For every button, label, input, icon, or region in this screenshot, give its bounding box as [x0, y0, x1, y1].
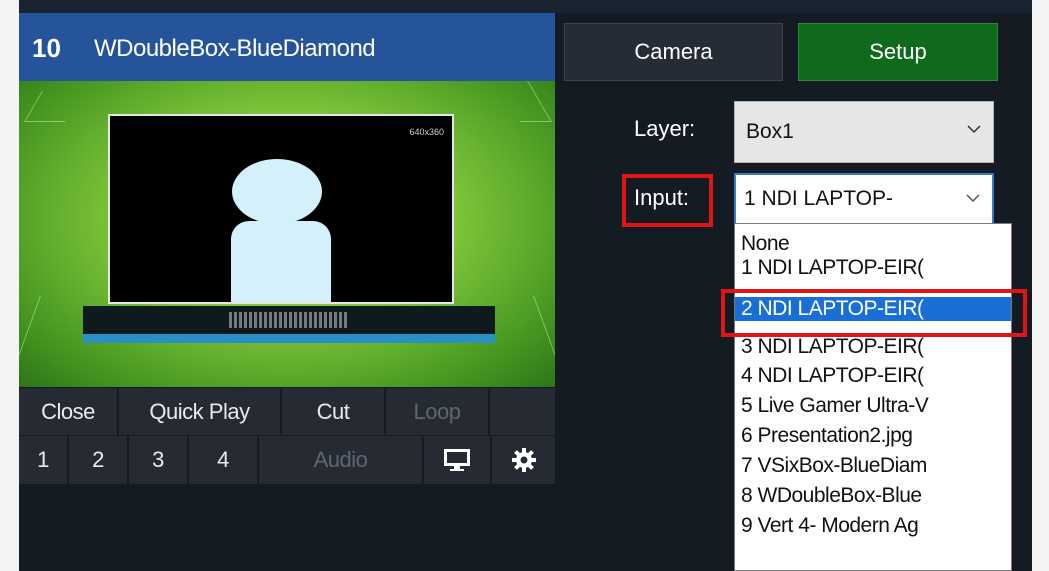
input-preview[interactable]: 640x360 [19, 81, 555, 387]
overlay-2-button[interactable]: 2 [69, 436, 129, 484]
dropdown-option[interactable]: 7 VSixBox-BlueDiam [735, 454, 1011, 478]
layer-select[interactable]: Box1 [734, 101, 994, 163]
input-select[interactable]: 1 NDI LAPTOP- [734, 173, 994, 225]
chevron-down-icon [966, 194, 980, 203]
video-frame: 640x360 [108, 114, 454, 304]
vmix-window: 10 WDoubleBox-BlueDiamond 640x360 Close … [19, 0, 1032, 571]
circuit-decoration [19, 296, 71, 356]
dropdown-option[interactable]: 8 WDoubleBox-Blue [735, 484, 1011, 508]
loop-button[interactable]: Loop [386, 388, 490, 435]
circuit-decoration [503, 296, 555, 356]
gear-icon[interactable] [492, 436, 555, 484]
layer-label: Layer: [634, 116, 696, 141]
cut-button[interactable]: Cut [282, 388, 386, 435]
input-title: WDoubleBox-BlueDiamond [94, 35, 376, 62]
dropdown-option[interactable]: 4 NDI LAPTOP-EIR( [735, 364, 1011, 388]
tab-setup[interactable]: Setup [798, 23, 998, 81]
input-number: 10 [32, 33, 61, 63]
lower-third-accent [83, 334, 495, 343]
empty-area [19, 484, 555, 571]
layer-select-value: Box1 [746, 120, 794, 143]
input-select-value: 1 NDI LAPTOP- [744, 187, 893, 210]
close-button[interactable]: Close [19, 388, 119, 435]
circuit-decoration [24, 91, 83, 122]
input-header[interactable]: 10 WDoubleBox-BlueDiamond [19, 13, 555, 82]
resolution-label: 640x360 [409, 127, 444, 137]
dropdown-option[interactable]: 9 Vert 4- Modern Ag [735, 514, 1011, 538]
overlay-4-button[interactable]: 4 [189, 436, 259, 484]
input-dropdown-list: None 1 NDI LAPTOP-EIR( 2 NDI LAPTOP-EIR(… [734, 223, 1012, 571]
tab-camera[interactable]: Camera [564, 23, 783, 81]
top-strip [19, 0, 1032, 13]
person-body-placeholder [231, 221, 331, 302]
control-row-primary: Close Quick Play Cut Loop [19, 388, 555, 435]
overlay-1-button[interactable]: 1 [19, 436, 69, 484]
audio-button[interactable]: Audio [259, 436, 424, 484]
chevron-down-icon [967, 125, 981, 134]
selected-option-highlight [721, 289, 1027, 337]
empty-control-slot [490, 388, 555, 435]
dropdown-option[interactable]: 1 NDI LAPTOP-EIR( [735, 256, 1011, 280]
overlay-3-button[interactable]: 3 [129, 436, 189, 484]
monitor-icon[interactable] [424, 436, 492, 484]
quick-play-button[interactable]: Quick Play [119, 388, 282, 435]
lower-third-text [229, 312, 349, 328]
circuit-decoration [497, 81, 552, 122]
dropdown-option[interactable]: 6 Presentation2.jpg [735, 424, 1011, 448]
dropdown-option[interactable]: None [735, 232, 1011, 256]
control-row-secondary: 1 2 3 4 Audio [19, 436, 555, 484]
person-head-placeholder [232, 159, 322, 224]
dropdown-option[interactable]: 5 Live Gamer Ultra-V [735, 394, 1011, 418]
dropdown-option[interactable]: 3 NDI LAPTOP-EIR( [735, 335, 1011, 359]
input-label-highlight [622, 174, 713, 227]
